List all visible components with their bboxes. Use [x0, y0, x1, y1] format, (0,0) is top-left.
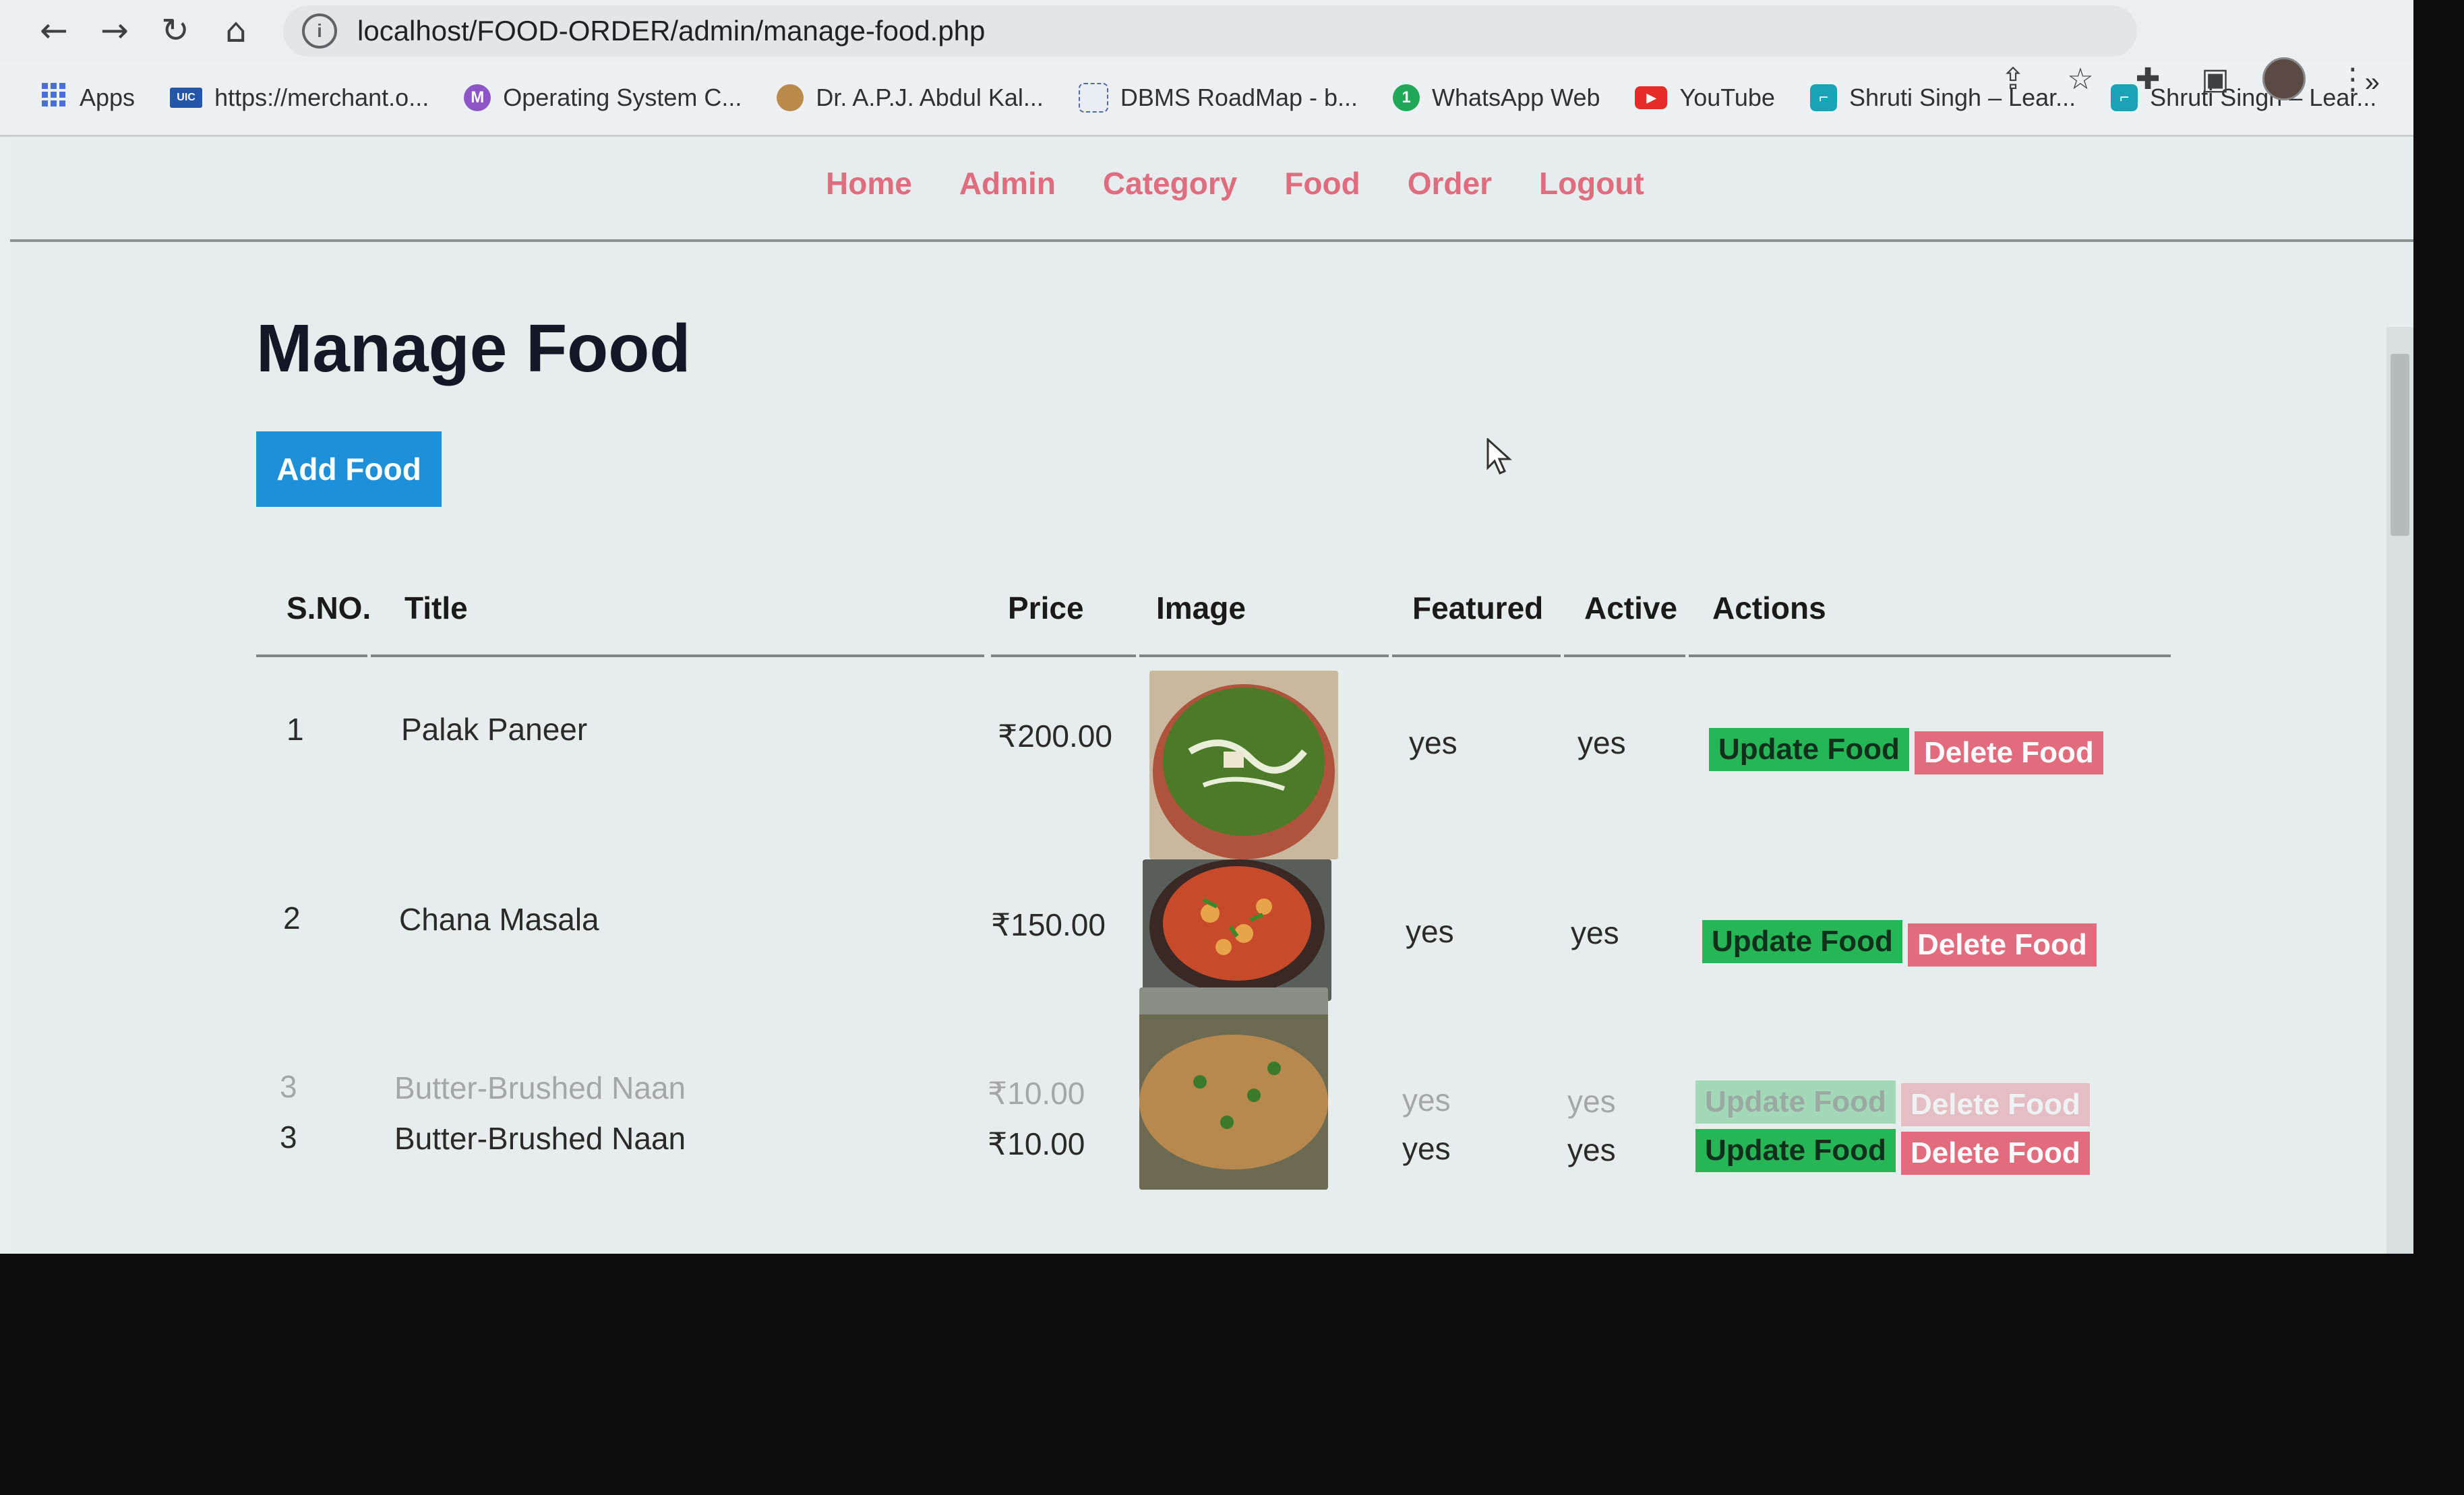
column-header-featured: Featured: [1412, 590, 1544, 626]
food-image-chana-masala: [1143, 859, 1331, 1001]
row-title: Palak Paneer: [401, 712, 588, 747]
browser-toolbar: ← → ↻ ⌂ i localhost/FOOD-ORDER/admin/man…: [0, 0, 2413, 61]
toolbar-icons: ⇪ ☆ ✚ ▣ ⋮: [1993, 57, 2373, 100]
table-row: 1 Palak Paneer ₹200.00 yes yes Update Fo…: [256, 657, 2171, 859]
reload-icon[interactable]: ↻: [148, 3, 202, 57]
update-food-button[interactable]: Update Food: [1695, 1129, 1896, 1172]
browser-window: ← → ↻ ⌂ i localhost/FOOD-ORDER/admin/man…: [0, 0, 2413, 1254]
menu-kebab-icon[interactable]: ⋮: [2333, 59, 2373, 99]
row-featured-ghost: yes: [1402, 1082, 1451, 1118]
nav-food-link[interactable]: Food: [1284, 165, 1360, 202]
mouse-cursor-icon: [1486, 437, 1513, 479]
apps-grid-icon: [40, 82, 67, 115]
add-food-button[interactable]: Add Food: [256, 431, 442, 507]
row-sno: 3: [280, 1120, 297, 1155]
admin-menu-bar: Home Admin Category Food Order Logout: [10, 138, 2413, 242]
page-title: Manage Food: [256, 311, 691, 386]
column-header-sno: S.NO.: [287, 590, 371, 626]
delete-food-button-ghost: Delete Food: [1901, 1083, 2090, 1126]
bookmark-star-icon[interactable]: ☆: [2060, 59, 2101, 99]
row-price: ₹200.00: [998, 719, 1112, 754]
home-icon[interactable]: ⌂: [209, 3, 263, 57]
url-text[interactable]: localhost/FOOD-ORDER/admin/manage-food.p…: [357, 15, 985, 47]
column-header-active: Active: [1584, 590, 1678, 626]
bookmark-dbms[interactable]: DBMS RoadMap - b...: [1078, 83, 1358, 113]
bookmark-label: Apps: [80, 84, 136, 111]
row-sno-ghost: 3: [280, 1069, 297, 1104]
row-sno: 2: [283, 901, 301, 936]
bookmark-label: DBMS RoadMap - b...: [1120, 84, 1358, 111]
bookmark-kalam[interactable]: Dr. A.P.J. Abdul Kal...: [777, 84, 1044, 112]
update-food-button-ghost: Update Food: [1695, 1080, 1896, 1124]
row-active-ghost: yes: [1567, 1084, 1616, 1119]
bookmark-youtube[interactable]: ▶ YouTube: [1635, 84, 1775, 112]
bookmark-os[interactable]: M Operating System C...: [464, 84, 742, 112]
row-featured: yes: [1402, 1131, 1451, 1166]
delete-food-button[interactable]: Delete Food: [1901, 1132, 2090, 1175]
nav-category-link[interactable]: Category: [1103, 165, 1237, 202]
row-active: yes: [1571, 915, 1619, 950]
row-title-ghost: Butter-Brushed Naan: [394, 1070, 686, 1105]
page-scrollbar[interactable]: [2386, 327, 2413, 1254]
bookmark-label: https://merchant.o...: [214, 84, 429, 111]
row-title: Butter-Brushed Naan: [394, 1121, 686, 1156]
food-image-butter-naan: [1139, 987, 1328, 1190]
nav-order-link[interactable]: Order: [1408, 165, 1492, 202]
row-active: yes: [1577, 725, 1626, 760]
column-header-title: Title: [404, 590, 468, 626]
web-page: Home Admin Category Food Order Logout Ma…: [10, 138, 2413, 1254]
admin-menu: Home Admin Category Food Order Logout: [826, 165, 1644, 202]
profile-avatar[interactable]: [2262, 57, 2306, 100]
address-bar[interactable]: i localhost/FOOD-ORDER/admin/manage-food…: [283, 5, 2137, 57]
youtube-icon: ▶: [1635, 86, 1668, 109]
column-header-image: Image: [1156, 590, 1246, 626]
bookmark-label: Operating System C...: [503, 84, 742, 111]
bookmark-apps[interactable]: Apps: [40, 82, 135, 115]
extensions-icon[interactable]: ✚: [2128, 59, 2168, 99]
merchant-icon: UIC: [170, 88, 203, 108]
food-image-palak-paneer: [1149, 671, 1338, 859]
nav-logout-link[interactable]: Logout: [1539, 165, 1644, 202]
row-price-ghost: ₹10.00: [988, 1076, 1085, 1111]
delete-food-button[interactable]: Delete Food: [1915, 731, 2103, 774]
table-header: S.NO. Title Price Image Featured Active …: [256, 556, 2171, 657]
scrollbar-thumb[interactable]: [2391, 354, 2409, 536]
roadmap-icon: [1078, 83, 1108, 113]
food-table: S.NO. Title Price Image Featured Active …: [256, 556, 2171, 1190]
nav-admin-link[interactable]: Admin: [959, 165, 1056, 202]
m-badge-icon: M: [464, 84, 491, 111]
delete-food-button[interactable]: Delete Food: [1908, 923, 2097, 967]
nav-home-link[interactable]: Home: [826, 165, 912, 202]
update-food-button[interactable]: Update Food: [1702, 920, 1902, 963]
row-featured: yes: [1406, 914, 1454, 949]
row-title: Chana Masala: [399, 902, 599, 937]
row-active: yes: [1567, 1132, 1616, 1167]
side-panel-icon[interactable]: ▣: [2195, 59, 2235, 99]
back-arrow-icon[interactable]: ←: [27, 3, 81, 57]
bookmark-label: YouTube: [1679, 84, 1775, 111]
column-header-price: Price: [1008, 590, 1084, 626]
site-info-icon[interactable]: i: [302, 13, 337, 49]
share-icon[interactable]: ⇪: [1993, 59, 2033, 99]
row-price: ₹10.00: [988, 1126, 1085, 1161]
forward-arrow-icon[interactable]: →: [88, 3, 142, 57]
row-price: ₹150.00: [991, 907, 1106, 942]
whatsapp-icon: 1: [1393, 84, 1420, 111]
emblem-icon: [777, 84, 804, 111]
bookmark-merchant[interactable]: UIC https://merchant.o...: [170, 84, 429, 112]
row-featured: yes: [1409, 725, 1458, 760]
site-icon: ⌐: [1809, 84, 1837, 111]
column-header-actions: Actions: [1712, 590, 1826, 626]
update-food-button[interactable]: Update Food: [1709, 728, 1909, 771]
bookmark-whatsapp[interactable]: 1 WhatsApp Web: [1393, 84, 1600, 112]
row-sno: 1: [287, 712, 304, 747]
bookmark-label: WhatsApp Web: [1432, 84, 1600, 111]
bookmark-label: Dr. A.P.J. Abdul Kal...: [816, 84, 1044, 111]
table-row: 3 Butter-Brushed Naan ₹10.00 yes yes Upd…: [256, 987, 2171, 1190]
